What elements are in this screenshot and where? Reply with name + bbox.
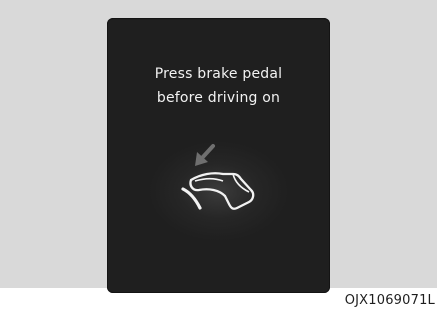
brake-pedal-foot-icon xyxy=(181,144,255,210)
pedal-icon xyxy=(181,187,202,210)
cluster-display: Press brake pedal before driving on xyxy=(107,18,330,293)
message-line-1: Press brake pedal xyxy=(154,66,283,82)
warning-message: Press brake pedal before driving on xyxy=(107,62,330,110)
shoe-icon xyxy=(189,172,255,210)
figure-code: OJX1069071L xyxy=(344,293,435,308)
press-arrow-icon xyxy=(195,144,215,166)
message-line-2: before driving on xyxy=(156,90,281,106)
